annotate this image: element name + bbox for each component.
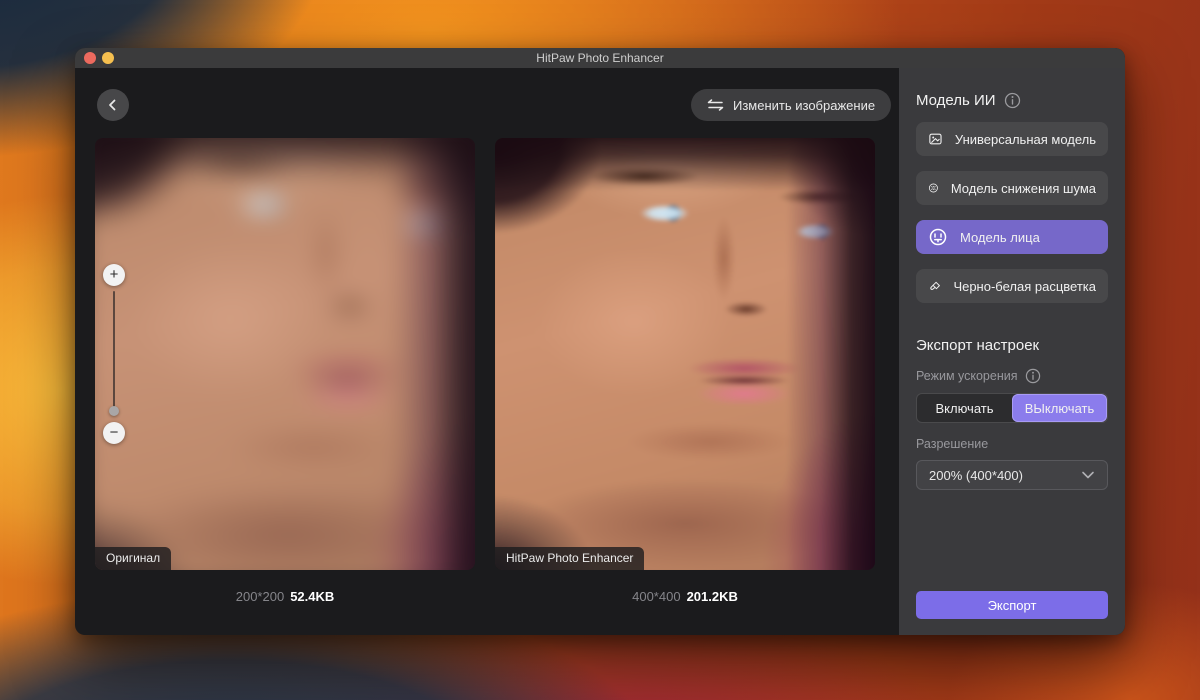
- export-button[interactable]: Экспорт: [916, 591, 1108, 619]
- export-settings-header: Экспорт настроек: [916, 337, 1108, 354]
- enhanced-photo: [495, 138, 875, 570]
- change-image-label: Изменить изображение: [733, 98, 875, 113]
- titlebar: HitPaw Photo Enhancer: [75, 48, 1125, 68]
- original-dimensions: 200*200: [236, 589, 284, 604]
- zoom-slider-thumb[interactable]: [109, 406, 119, 416]
- model-header-label: Модель ИИ: [916, 92, 996, 109]
- model-label: Модель лица: [960, 230, 1040, 245]
- original-filesize: 52.4KB: [290, 589, 334, 604]
- image-icon: [928, 129, 943, 149]
- chevron-down-icon: [1081, 470, 1095, 480]
- model-button-noise[interactable]: Модель снижения шума: [916, 171, 1108, 205]
- model-button-colorize[interactable]: Черно-белая расцветка: [916, 269, 1108, 303]
- acceleration-label: Режим ускорения: [916, 369, 1018, 383]
- resolution-value: 200% (400*400): [929, 468, 1023, 483]
- original-photo: [95, 138, 475, 570]
- model-section-header: Модель ИИ: [916, 92, 1108, 109]
- original-caption: 200*200 52.4KB: [95, 589, 475, 604]
- original-badge: Оригинал: [95, 547, 171, 570]
- enhanced-filesize: 201.2KB: [687, 589, 738, 604]
- enhanced-dimensions: 400*400: [632, 589, 680, 604]
- enhanced-caption: 400*400 201.2KB: [495, 589, 875, 604]
- model-label: Универсальная модель: [955, 132, 1096, 147]
- zoom-slider-track[interactable]: [113, 291, 115, 411]
- model-label: Модель снижения шума: [951, 181, 1096, 196]
- sidebar: Модель ИИ Универсальная модель: [899, 68, 1125, 635]
- model-button-face[interactable]: Модель лица: [916, 220, 1108, 254]
- zoom-in-button[interactable]: +: [103, 264, 125, 286]
- model-button-universal[interactable]: Универсальная модель: [916, 122, 1108, 156]
- noise-icon: [928, 178, 939, 198]
- enhanced-image-panel[interactable]: HitPaw Photo Enhancer: [495, 138, 875, 570]
- zoom-out-button[interactable]: −: [103, 422, 125, 444]
- brush-icon: [928, 276, 941, 296]
- face-icon: [928, 227, 948, 247]
- acceleration-segmented-control: Включать ВЫключать: [916, 393, 1108, 423]
- acceleration-label-row: Режим ускорения: [916, 368, 1108, 384]
- acceleration-on-button[interactable]: Включать: [917, 394, 1012, 422]
- info-icon[interactable]: [1004, 92, 1021, 109]
- resolution-dropdown[interactable]: 200% (400*400): [916, 460, 1108, 490]
- swap-icon: [707, 98, 724, 112]
- original-image-panel[interactable]: Оригинал: [95, 138, 475, 570]
- resolution-label: Разрешение: [916, 437, 1108, 451]
- enhanced-badge: HitPaw Photo Enhancer: [495, 547, 644, 570]
- app-window: HitPaw Photo Enhancer Изменить изображен…: [75, 48, 1125, 635]
- chevron-left-icon: [105, 97, 121, 113]
- acceleration-off-button[interactable]: ВЫключать: [1012, 394, 1107, 422]
- back-button[interactable]: [97, 89, 129, 121]
- info-icon[interactable]: [1025, 368, 1041, 384]
- window-title: HitPaw Photo Enhancer: [75, 48, 1125, 68]
- change-image-button[interactable]: Изменить изображение: [691, 89, 891, 121]
- model-label: Черно-белая расцветка: [953, 279, 1096, 294]
- desktop: { "window": { "title": "HitPaw Photo Enh…: [0, 0, 1200, 700]
